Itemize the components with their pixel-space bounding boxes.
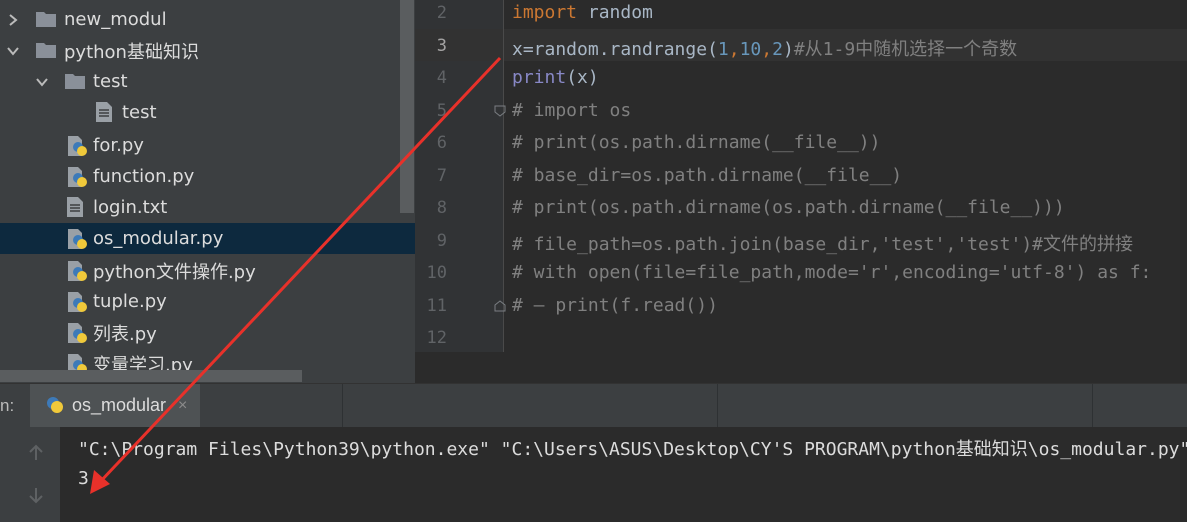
tree-item-label: login.txt xyxy=(93,197,168,218)
run-tab-label: os_modular xyxy=(72,395,167,415)
tree-item-label: test xyxy=(122,102,157,123)
tree-item-new-modul[interactable]: new_modul xyxy=(0,4,400,35)
code-line-10[interactable]: # with open(file=file_path,mode='r',enco… xyxy=(512,262,1151,283)
tree-item-os-modular-py[interactable]: os_modular.py xyxy=(0,223,415,254)
code-text: x=random.randrange( xyxy=(512,39,718,60)
python-file-icon xyxy=(66,291,87,312)
line-number: 2 xyxy=(436,3,447,23)
arrow-down-icon[interactable] xyxy=(26,485,46,505)
tree-item-test-file[interactable]: test xyxy=(0,97,400,128)
code-line-7[interactable]: # base_dir=os.path.dirname(__file__) xyxy=(512,165,902,186)
tree-item-function-py[interactable]: function.py xyxy=(0,161,400,192)
tree-horizontal-scrollbar[interactable] xyxy=(0,370,302,382)
code-line-3[interactable]: x=random.randrange(1,10,2)#从1-9中随机选择一个奇数 xyxy=(512,35,1017,61)
code-line-9[interactable]: # file_path=os.path.join(base_dir,'test'… xyxy=(512,230,1133,256)
tree-item-python-file-ops-py[interactable]: python文件操作.py xyxy=(0,255,400,286)
tree-item-label: for.py xyxy=(93,135,144,156)
run-toolbar: n: os_modular × xyxy=(0,383,1187,428)
tree-item-label: os_modular.py xyxy=(93,228,224,249)
tree-item-python-basics[interactable]: python基础知识 xyxy=(0,35,400,66)
code-comment: #从1-9中随机选择一个奇数 xyxy=(793,39,1018,60)
code-comma: , xyxy=(761,39,773,60)
tree-item-list-py[interactable]: 列表.py xyxy=(0,317,400,348)
line-number: 9 xyxy=(436,231,447,251)
tree-item-label: test xyxy=(93,71,128,92)
folder-icon xyxy=(36,41,56,61)
text-file-icon xyxy=(96,102,116,122)
tree-item-for-py[interactable]: for.py xyxy=(0,130,400,161)
code-number: 1 xyxy=(717,39,729,60)
line-number: 11 xyxy=(426,296,447,316)
code-number: 2 xyxy=(772,39,783,60)
run-tab-os-modular[interactable]: os_modular × xyxy=(30,384,200,428)
code-line-5[interactable]: # import os xyxy=(512,100,631,121)
close-icon[interactable]: × xyxy=(178,397,187,415)
line-number: 7 xyxy=(436,166,447,186)
fold-icon[interactable] xyxy=(494,104,506,117)
tree-item-login-txt[interactable]: login.txt xyxy=(0,192,400,223)
line-number: 8 xyxy=(436,198,447,218)
tree-item-label: python基础知识 xyxy=(64,41,199,63)
python-icon xyxy=(44,394,66,421)
toolbar-divider xyxy=(1092,384,1093,428)
tree-item-label: tuple.py xyxy=(93,291,167,312)
code-text: (x) xyxy=(566,67,599,88)
run-label: n: xyxy=(0,396,15,415)
console-output-line: 3 xyxy=(78,468,89,489)
tree-item-label: python文件操作.py xyxy=(93,261,256,283)
tree-item-label: new_modul xyxy=(64,9,167,30)
tree-item-label: 列表.py xyxy=(93,323,157,345)
toolbar-divider xyxy=(717,384,718,428)
code-comma: , xyxy=(728,39,740,60)
code-text: ) xyxy=(782,39,794,60)
python-file-icon xyxy=(66,135,87,156)
code-line-11[interactable]: # — print(f.read()) xyxy=(512,295,718,316)
code-text: random xyxy=(577,2,653,23)
code-keyword: import xyxy=(512,2,578,23)
line-number: 6 xyxy=(436,133,447,153)
python-file-icon xyxy=(66,322,87,343)
chevron-down-icon[interactable] xyxy=(6,44,20,58)
line-number: 12 xyxy=(426,328,447,348)
run-console[interactable]: "C:\Program Files\Python39\python.exe" "… xyxy=(60,427,1187,522)
console-command-line: "C:\Program Files\Python39\python.exe" "… xyxy=(78,439,1187,460)
tree-item-label: function.py xyxy=(93,166,195,187)
line-number: 3 xyxy=(436,36,447,56)
python-file-icon xyxy=(66,228,87,249)
line-number: 4 xyxy=(436,68,447,88)
code-line-8[interactable]: # print(os.path.dirname(os.path.dirname(… xyxy=(512,197,1065,218)
code-builtin: print xyxy=(512,67,567,88)
arrow-up-icon[interactable] xyxy=(26,443,46,463)
code-line-4[interactable]: print(x) xyxy=(512,67,599,88)
code-line-2[interactable]: import random xyxy=(512,2,653,23)
project-tree[interactable]: new_modul python基础知识 test test for.py fu… xyxy=(0,0,415,383)
tree-item-tuple-py[interactable]: tuple.py xyxy=(0,286,400,317)
tree-vertical-scrollbar[interactable] xyxy=(400,0,414,213)
console-side-toolbar xyxy=(0,427,60,522)
python-file-icon xyxy=(66,260,87,281)
fold-icon[interactable] xyxy=(494,299,506,312)
line-number: 10 xyxy=(426,263,447,283)
chevron-down-icon[interactable] xyxy=(35,75,49,89)
line-number: 5 xyxy=(436,101,447,121)
folder-icon xyxy=(65,72,85,92)
tree-item-test-folder[interactable]: test xyxy=(0,66,400,97)
text-file-icon xyxy=(67,197,87,217)
python-file-icon xyxy=(66,166,87,187)
code-number: 10 xyxy=(739,39,762,60)
toolbar-divider xyxy=(342,384,343,428)
editor-empty-area xyxy=(415,352,1187,383)
folder-icon xyxy=(36,10,56,30)
chevron-right-icon[interactable] xyxy=(6,13,20,27)
code-line-6[interactable]: # print(os.path.dirname(__file__)) xyxy=(512,132,880,153)
